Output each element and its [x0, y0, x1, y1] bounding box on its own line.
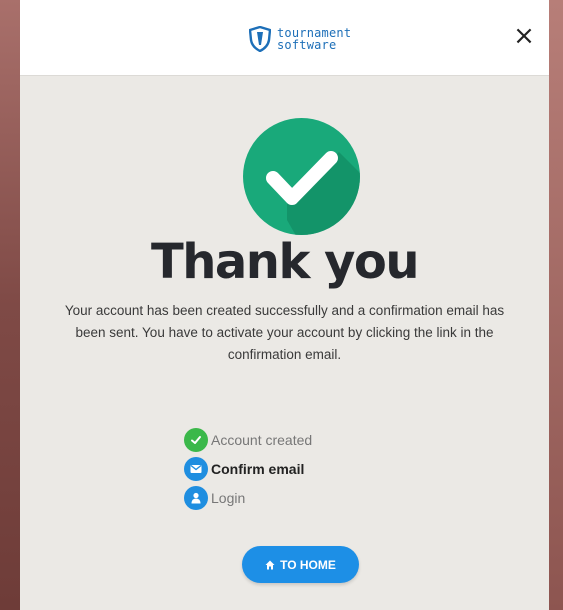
- step-label: Login: [211, 490, 246, 506]
- envelope-icon: [184, 457, 208, 481]
- to-home-button[interactable]: TO HOME: [242, 546, 359, 583]
- success-check-icon: [243, 118, 360, 235]
- page-backdrop-right: [549, 0, 563, 610]
- shield-logo-icon: [249, 26, 271, 52]
- modal-header: tournament software ×: [20, 0, 549, 76]
- brand-logo: tournament software: [249, 26, 351, 52]
- signup-success-modal: tournament software × Thank you Your acc…: [20, 0, 549, 610]
- step-account-created: Account created: [184, 428, 312, 452]
- confirmation-message: Your account has been created successful…: [64, 303, 505, 362]
- user-icon: [184, 486, 208, 510]
- check-icon: [184, 428, 208, 452]
- page-title: Thank you: [150, 234, 420, 290]
- home-icon: [265, 560, 275, 570]
- page-backdrop-left: [0, 0, 20, 610]
- brand-line-2: software: [277, 38, 337, 52]
- progress-steps: Account created Confirm email Login: [184, 428, 312, 515]
- to-home-label: TO HOME: [280, 557, 336, 572]
- step-label: Account created: [211, 432, 313, 448]
- step-label: Confirm email: [211, 461, 305, 477]
- brand-wordmark: tournament software: [277, 27, 351, 51]
- close-icon[interactable]: ×: [512, 21, 536, 51]
- step-confirm-email: Confirm email: [184, 457, 312, 481]
- step-login: Login: [184, 486, 312, 510]
